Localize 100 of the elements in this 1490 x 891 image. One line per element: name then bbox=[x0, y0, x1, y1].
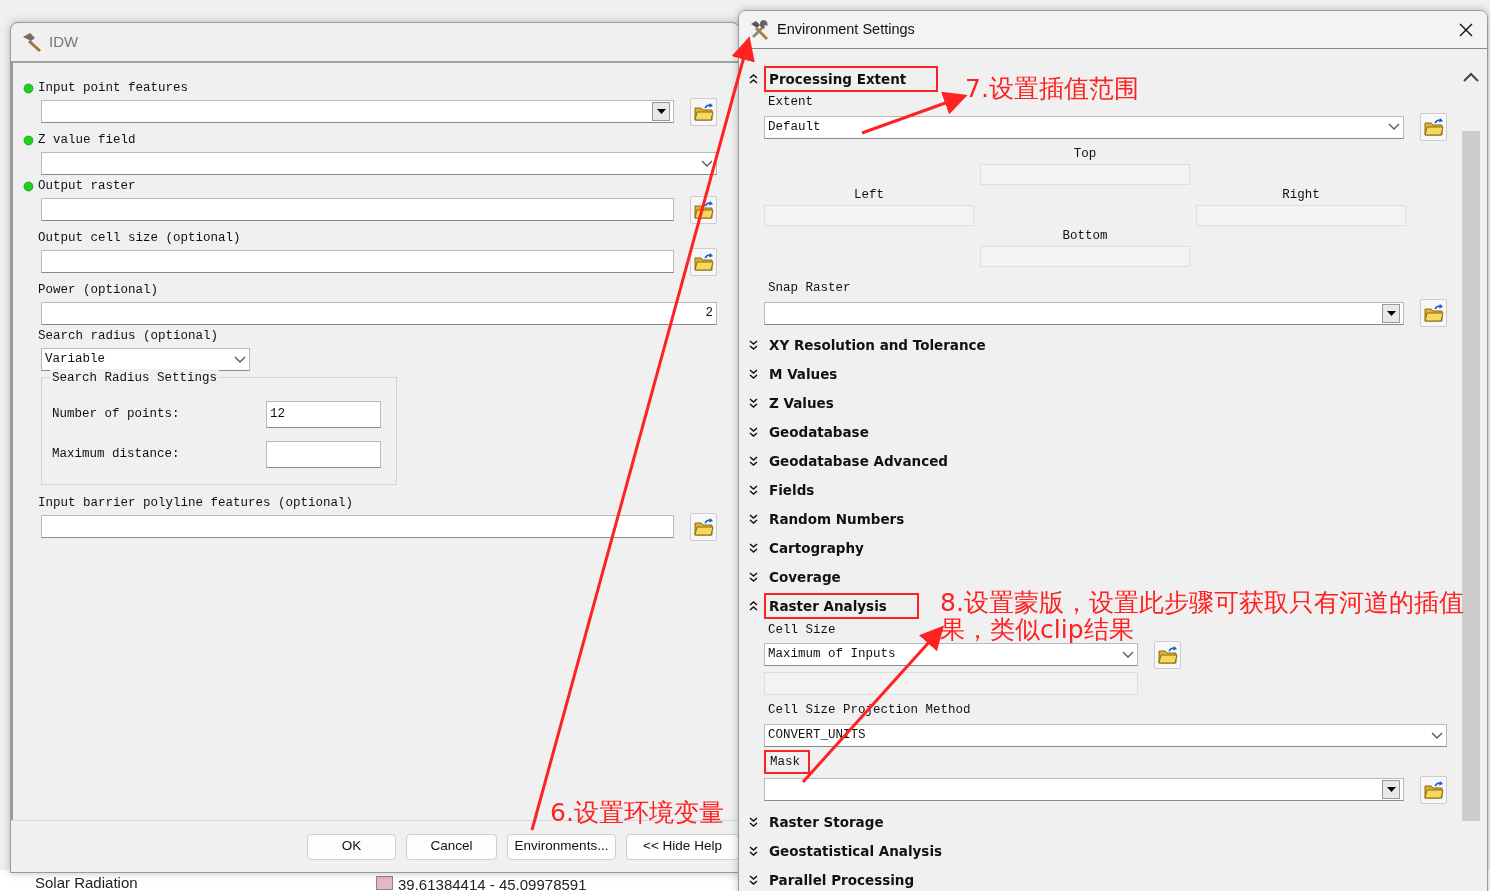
browse-button[interactable] bbox=[690, 512, 717, 541]
hammer-icon bbox=[21, 31, 43, 53]
double-chevron-down-icon[interactable] bbox=[749, 845, 758, 856]
annotation-text: 6.设置环境变量 bbox=[550, 800, 724, 826]
input-field[interactable]: 2 bbox=[41, 302, 717, 325]
section-title[interactable]: M Values bbox=[764, 361, 843, 387]
field-label: Number of points: bbox=[52, 405, 181, 423]
dropdown[interactable] bbox=[41, 152, 717, 175]
window-title: IDW bbox=[49, 31, 79, 52]
field-label: Output raster bbox=[38, 177, 136, 195]
folder-icon bbox=[693, 102, 714, 121]
dialog-button[interactable]: Environments... bbox=[507, 833, 616, 860]
dropdown[interactable]: Maximum of Inputs bbox=[764, 643, 1138, 667]
field-label: Input point features bbox=[38, 79, 189, 97]
double-chevron-down-icon[interactable] bbox=[749, 398, 758, 408]
dialog-button[interactable]: Cancel bbox=[406, 833, 497, 860]
section-title[interactable]: Raster Storage bbox=[764, 808, 889, 835]
section-title[interactable]: Geostatistical Analysis bbox=[764, 837, 948, 864]
dropdown[interactable]: Default bbox=[764, 115, 1404, 139]
field-label: Power (optional) bbox=[38, 281, 159, 299]
triangle-down-icon bbox=[1386, 310, 1396, 316]
layer-name: Solar Radiation bbox=[35, 873, 138, 891]
section-title[interactable]: Z Values bbox=[764, 390, 839, 416]
dropdown[interactable]: Variable bbox=[41, 348, 250, 371]
double-chevron-up-icon[interactable] bbox=[749, 73, 758, 84]
input-field[interactable] bbox=[41, 198, 674, 221]
dropdown-button[interactable] bbox=[1382, 780, 1400, 799]
legend-label: 39.61384414 - 45.09978591 bbox=[398, 875, 587, 891]
double-chevron-down-icon[interactable] bbox=[749, 456, 758, 466]
input-field[interactable]: 12 bbox=[266, 400, 381, 428]
section-title[interactable]: XY Resolution and Tolerance bbox=[764, 332, 991, 358]
field-label: Left bbox=[854, 187, 884, 202]
double-chevron-down-icon[interactable] bbox=[749, 427, 758, 437]
section-title[interactable]: Random Numbers bbox=[764, 506, 910, 532]
window-title: Environment Settings bbox=[777, 19, 915, 39]
folder-icon bbox=[693, 200, 714, 219]
chevron-down-icon bbox=[1431, 731, 1443, 740]
double-chevron-up-icon[interactable] bbox=[749, 601, 758, 611]
folder-icon bbox=[1157, 645, 1178, 664]
browse-button[interactable] bbox=[1420, 775, 1447, 804]
triangle-down-icon bbox=[656, 109, 666, 114]
folder-icon bbox=[693, 252, 714, 271]
chevron-down-icon bbox=[234, 355, 246, 364]
input-field[interactable] bbox=[764, 672, 1138, 696]
double-chevron-down-icon[interactable] bbox=[749, 485, 758, 495]
field-label: Z value field bbox=[38, 131, 136, 149]
section-title[interactable]: Parallel Processing bbox=[764, 866, 920, 891]
dialog-button[interactable]: << Hide Help bbox=[626, 833, 739, 860]
field-label: Extent bbox=[767, 94, 814, 111]
field-label: Maximum distance: bbox=[52, 445, 181, 463]
chevron-down-icon bbox=[1122, 650, 1134, 659]
triangle-down-icon bbox=[1386, 787, 1396, 792]
field-label: Right bbox=[1282, 187, 1320, 202]
browse-button[interactable] bbox=[690, 247, 717, 276]
section-title[interactable]: Raster Analysis bbox=[764, 593, 919, 619]
scrollbar-thumb[interactable] bbox=[1462, 131, 1480, 821]
annotation-text: 8.设置蒙版，设置此步骤可获取只有河道的插值 bbox=[940, 590, 1464, 616]
field-label: Bottom bbox=[1062, 228, 1108, 243]
input-field[interactable] bbox=[266, 440, 381, 468]
section-title[interactable]: Processing Extent bbox=[764, 65, 939, 92]
double-chevron-down-icon[interactable] bbox=[749, 369, 758, 379]
section-title[interactable]: Geodatabase bbox=[764, 419, 874, 445]
double-chevron-down-icon[interactable] bbox=[749, 874, 758, 885]
double-chevron-down-icon[interactable] bbox=[749, 340, 758, 350]
field-label: Snap Raster bbox=[767, 279, 852, 297]
section-title[interactable]: Geodatabase Advanced bbox=[764, 448, 953, 474]
section-title[interactable]: Cartography bbox=[764, 535, 869, 561]
chevron-down-icon bbox=[1388, 123, 1400, 132]
field-label: Cell Size bbox=[767, 621, 837, 639]
field-label: Mask bbox=[764, 750, 810, 774]
field-label: Search radius (optional) bbox=[38, 327, 219, 345]
folder-icon bbox=[1423, 118, 1444, 137]
double-chevron-down-icon[interactable] bbox=[749, 816, 758, 827]
section-title[interactable]: Coverage bbox=[764, 564, 846, 590]
browse-button[interactable] bbox=[1420, 299, 1447, 327]
dialog-button[interactable]: OK bbox=[307, 833, 396, 860]
scroll-up-button[interactable] bbox=[1462, 71, 1480, 83]
dropdown-button[interactable] bbox=[652, 102, 670, 121]
section-title[interactable]: Fields bbox=[764, 477, 820, 503]
field-label: Input barrier polyline features (optional) bbox=[38, 494, 354, 512]
folder-icon bbox=[1423, 780, 1444, 799]
input-field[interactable] bbox=[41, 515, 674, 538]
double-chevron-down-icon[interactable] bbox=[749, 543, 758, 553]
folder-icon bbox=[693, 517, 714, 536]
browse-button[interactable] bbox=[1154, 640, 1181, 669]
annotation-text: 果，类似clip结果 bbox=[940, 617, 1134, 643]
field-label: Top bbox=[1073, 146, 1097, 161]
browse-button[interactable] bbox=[690, 97, 717, 126]
legend-swatch bbox=[376, 876, 393, 890]
dropdown-button[interactable] bbox=[1382, 303, 1400, 323]
chevron-down-icon bbox=[701, 159, 713, 168]
field-label: Output cell size (optional) bbox=[38, 229, 241, 247]
input-field[interactable] bbox=[41, 250, 674, 273]
browse-button[interactable] bbox=[1420, 113, 1447, 142]
close-icon[interactable] bbox=[1459, 22, 1473, 37]
annotation-text: 7.设置插值范围 bbox=[965, 76, 1139, 102]
folder-icon bbox=[1423, 304, 1444, 322]
tools-icon bbox=[749, 18, 771, 41]
double-chevron-down-icon[interactable] bbox=[749, 514, 758, 524]
double-chevron-down-icon[interactable] bbox=[749, 572, 758, 582]
